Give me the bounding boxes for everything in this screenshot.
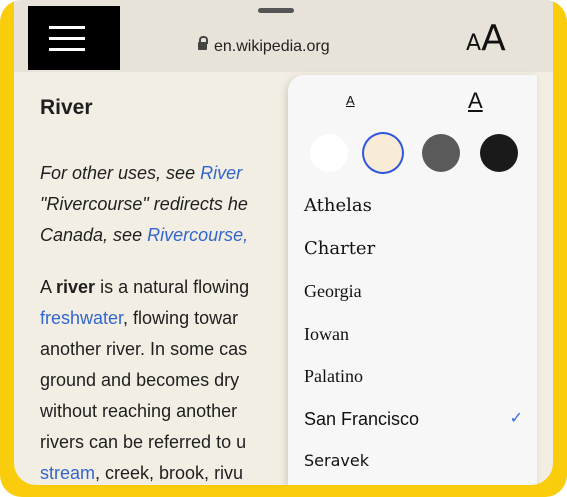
text-size-small-glyph: A (466, 31, 482, 56)
font-option-san-francisco[interactable]: San Francisco ✓ (288, 398, 537, 441)
browser-toolbar: en.wikipedia.org AA (14, 0, 553, 72)
font-option-iowan[interactable]: Iowan (288, 313, 537, 356)
hatnote-link-river[interactable]: River (200, 163, 242, 183)
hamburger-icon-line (49, 48, 85, 51)
reader-settings-popover: A A Athelas Charter Georgia Iowan Palati… (288, 75, 537, 485)
hatnote-line: Canada, see Rivercourse, (40, 225, 249, 245)
text-size-button[interactable]: AA (466, 18, 506, 59)
paragraph-line: ground and becomes dry (40, 370, 240, 390)
font-option-charter[interactable]: Charter (288, 228, 537, 271)
paragraph-line: rivers can be referred to u (40, 432, 247, 452)
theme-white-swatch[interactable] (310, 134, 348, 172)
hamburger-icon-line (49, 37, 85, 40)
paragraph-line: without reaching another (40, 401, 238, 421)
menu-button[interactable] (28, 6, 120, 70)
hatnote-line: For other uses, see River (40, 163, 243, 183)
hatnote-link-rivercourse[interactable]: Rivercourse, (147, 225, 248, 245)
paragraph-line: stream, creek, brook, rivu (40, 463, 244, 483)
checkmark-icon: ✓ (509, 409, 523, 427)
increase-font-size-button[interactable]: A (468, 88, 483, 114)
paragraph-line: A river is a natural flowing (40, 277, 250, 297)
link-freshwater[interactable]: freshwater (40, 308, 123, 328)
url-text: en.wikipedia.org (214, 38, 330, 55)
paragraph-line: another river. In some cas (40, 339, 248, 359)
bold-term: river (56, 277, 96, 297)
address-bar[interactable]: en.wikipedia.org (198, 36, 330, 56)
font-option-georgia[interactable]: Georgia (288, 270, 537, 313)
theme-black-swatch[interactable] (480, 134, 518, 172)
font-option-athelas[interactable]: Athelas (288, 185, 537, 228)
text-size-large-glyph: A (481, 18, 506, 59)
hamburger-icon (49, 26, 85, 29)
paragraph-line: freshwater, flowing towar (40, 308, 239, 328)
decrease-font-size-button[interactable]: A (346, 93, 355, 108)
hatnote: For other uses, see River "Rivercourse" … (40, 158, 248, 251)
device-frame: en.wikipedia.org AA River For other uses… (0, 0, 567, 497)
theme-sepia-swatch[interactable] (364, 134, 402, 172)
font-option-palatino[interactable]: Palatino (288, 355, 537, 398)
theme-gray-swatch[interactable] (422, 134, 460, 172)
browser-screen: en.wikipedia.org AA River For other uses… (14, 0, 553, 485)
sheet-grabber[interactable] (258, 8, 294, 13)
font-list: Athelas Charter Georgia Iowan Palatino S… (288, 185, 537, 483)
font-option-seravek[interactable]: Seravek (288, 440, 537, 483)
article-paragraph: A river is a natural flowing freshwater,… (40, 272, 249, 485)
lock-icon (198, 36, 208, 50)
link-stream[interactable]: stream (40, 463, 95, 483)
hatnote-line: "Rivercourse" redirects he (40, 194, 248, 214)
